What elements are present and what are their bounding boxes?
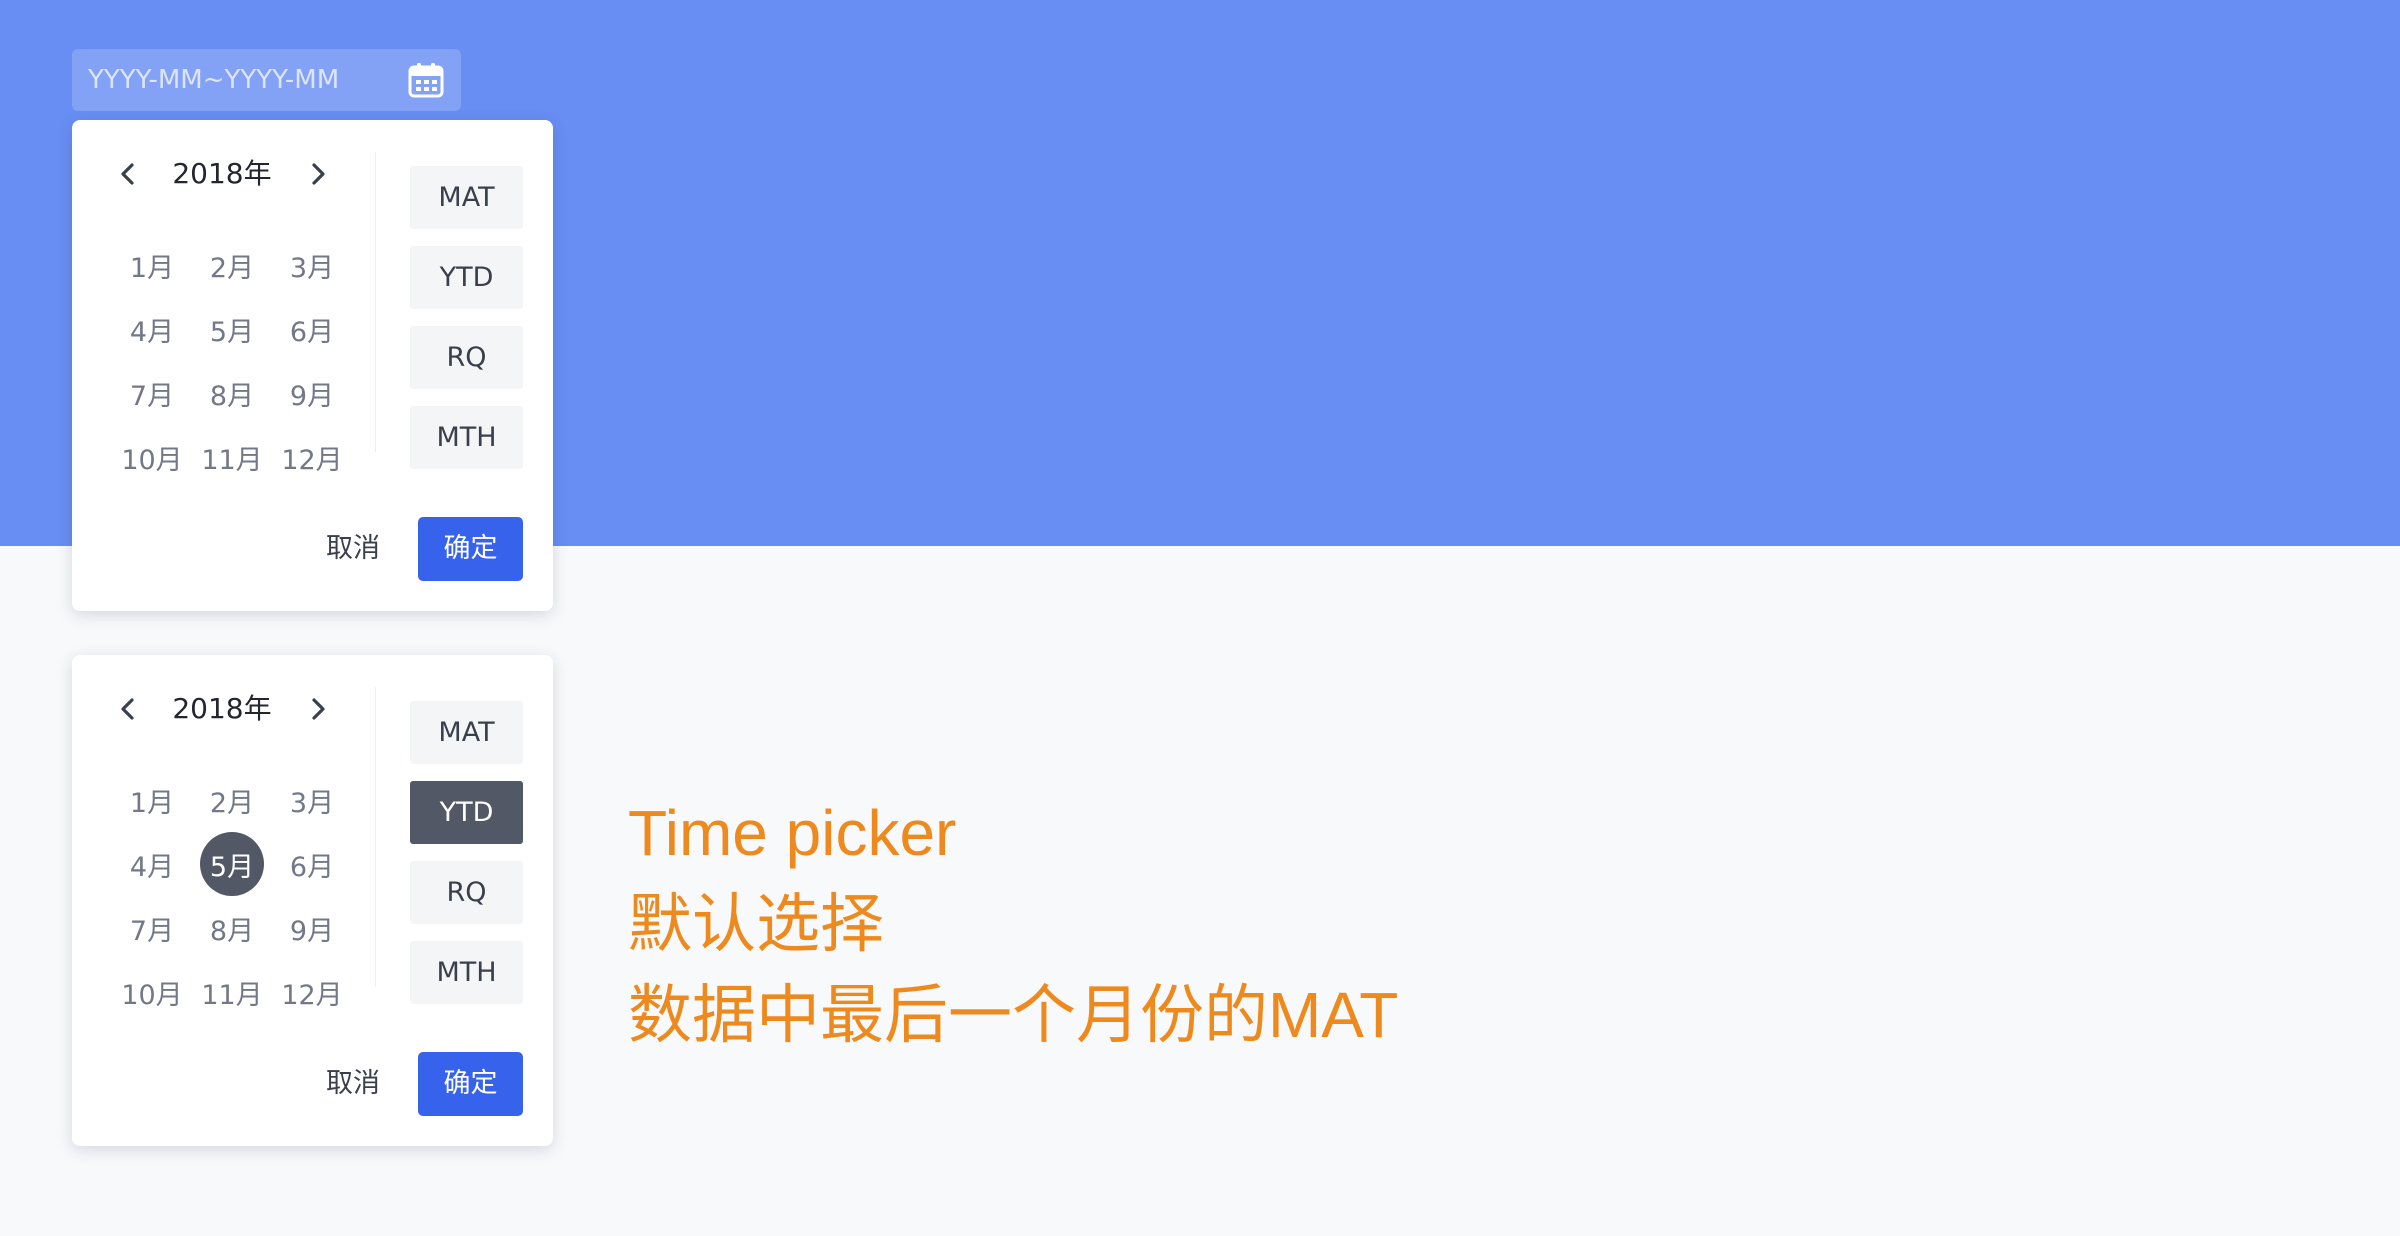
preset-mth-button[interactable]: MTH: [410, 941, 523, 1004]
chevron-right-icon: [312, 163, 325, 185]
month-label: 3月: [289, 787, 335, 819]
month-grid: 1月 2月 3月 4月 5月 6月 7月 8月 9月 10月 11月 12月: [112, 768, 352, 1024]
preset-mth-button[interactable]: MTH: [410, 406, 523, 469]
month-label: 8月: [209, 915, 255, 947]
month-label: 12月: [281, 444, 343, 476]
month-cell[interactable]: 2月: [192, 233, 272, 297]
month-range-picker: 2018年 1月 2月 3月 4月 5月 6月 7月 8月 9月 10月 11月…: [72, 120, 553, 611]
month-cell[interactable]: 3月: [272, 233, 352, 297]
month-cell[interactable]: 9月: [272, 896, 352, 960]
month-calendar: 2018年 1月 2月 3月 4月 5月 6月 7月 8月 9月 10月 11月…: [72, 655, 375, 1011]
month-cell[interactable]: 7月: [112, 896, 192, 960]
month-label: 6月: [289, 316, 335, 348]
picker-footer: 取消 确定: [72, 1052, 553, 1116]
month-label: 10月: [121, 979, 183, 1011]
month-label: 1月: [129, 252, 175, 284]
month-cell[interactable]: 10月: [112, 960, 192, 1024]
preset-list: MAT YTD RQ MTH: [410, 166, 523, 486]
month-label: 7月: [129, 380, 175, 412]
month-cell[interactable]: 6月: [272, 297, 352, 361]
month-label: 11月: [201, 444, 263, 476]
preset-list: MAT YTD RQ MTH: [410, 701, 523, 1021]
calendar-icon[interactable]: [407, 61, 445, 99]
month-label: 5月: [209, 316, 255, 348]
preset-mat-button[interactable]: MAT: [410, 166, 523, 229]
month-label: 1月: [129, 787, 175, 819]
annotation-line: 数据中最后一个月份的MAT: [628, 979, 1399, 1051]
month-cell[interactable]: 11月: [192, 960, 272, 1024]
month-cell[interactable]: 5月: [192, 832, 272, 896]
cancel-button[interactable]: 取消: [316, 1052, 390, 1116]
month-label: 2月: [209, 252, 255, 284]
next-year-button[interactable]: [300, 156, 336, 192]
month-cell[interactable]: 8月: [192, 361, 272, 425]
panel-divider: [375, 687, 376, 987]
month-label: 10月: [121, 444, 183, 476]
month-grid: 1月 2月 3月 4月 5月 6月 7月 8月 9月 10月 11月 12月: [112, 233, 352, 489]
preset-mat-button[interactable]: MAT: [410, 701, 523, 764]
annotation-text: Time picker 默认选择 数据中最后一个月份的MAT: [628, 788, 1398, 1061]
month-range-picker-default: 2018年 1月 2月 3月 4月 5月 6月 7月 8月 9月 10月 11月…: [72, 655, 553, 1146]
month-label: 12月: [281, 979, 343, 1011]
month-label: 4月: [129, 316, 175, 348]
month-cell[interactable]: 7月: [112, 361, 192, 425]
cancel-button[interactable]: 取消: [316, 517, 390, 581]
chevron-left-icon: [121, 698, 134, 720]
date-range-placeholder: YYYY-MM~YYYY-MM: [88, 65, 340, 95]
chevron-right-icon: [312, 698, 325, 720]
month-label: 11月: [201, 979, 263, 1011]
prev-year-button[interactable]: [110, 691, 146, 727]
month-label: 5月: [200, 832, 264, 896]
preset-ytd-button[interactable]: YTD: [410, 781, 523, 844]
month-label: 8月: [209, 380, 255, 412]
month-cell[interactable]: 6月: [272, 832, 352, 896]
month-cell[interactable]: 2月: [192, 768, 272, 832]
month-label: 6月: [289, 851, 335, 883]
preset-ytd-button[interactable]: YTD: [410, 246, 523, 309]
month-cell[interactable]: 8月: [192, 896, 272, 960]
month-label: 9月: [289, 380, 335, 412]
month-cell[interactable]: 9月: [272, 361, 352, 425]
month-calendar: 2018年 1月 2月 3月 4月 5月 6月 7月 8月 9月 10月 11月…: [72, 120, 375, 476]
month-cell[interactable]: 1月: [112, 768, 192, 832]
month-cell[interactable]: 11月: [192, 425, 272, 489]
month-cell[interactable]: 1月: [112, 233, 192, 297]
preset-rq-button[interactable]: RQ: [410, 861, 523, 924]
month-label: 9月: [289, 915, 335, 947]
month-cell[interactable]: 12月: [272, 425, 352, 489]
month-cell[interactable]: 5月: [192, 297, 272, 361]
month-label: 4月: [129, 851, 175, 883]
preset-rq-button[interactable]: RQ: [410, 326, 523, 389]
confirm-button[interactable]: 确定: [418, 1052, 523, 1116]
next-year-button[interactable]: [300, 691, 336, 727]
month-cell[interactable]: 3月: [272, 768, 352, 832]
month-cell[interactable]: 12月: [272, 960, 352, 1024]
month-label: 2月: [209, 787, 255, 819]
panel-divider: [375, 152, 376, 452]
picker-footer: 取消 确定: [72, 517, 553, 581]
annotation-line: 默认选择: [628, 888, 884, 960]
year-label: 2018年: [172, 157, 272, 190]
prev-year-button[interactable]: [110, 156, 146, 192]
annotation-title: Time picker: [628, 797, 957, 869]
year-label: 2018年: [172, 692, 272, 725]
date-range-input[interactable]: YYYY-MM~YYYY-MM: [72, 49, 461, 111]
month-label: 3月: [289, 252, 335, 284]
month-cell[interactable]: 4月: [112, 832, 192, 896]
confirm-button[interactable]: 确定: [418, 517, 523, 581]
chevron-left-icon: [121, 163, 134, 185]
month-label: 7月: [129, 915, 175, 947]
month-cell[interactable]: 10月: [112, 425, 192, 489]
month-cell[interactable]: 4月: [112, 297, 192, 361]
